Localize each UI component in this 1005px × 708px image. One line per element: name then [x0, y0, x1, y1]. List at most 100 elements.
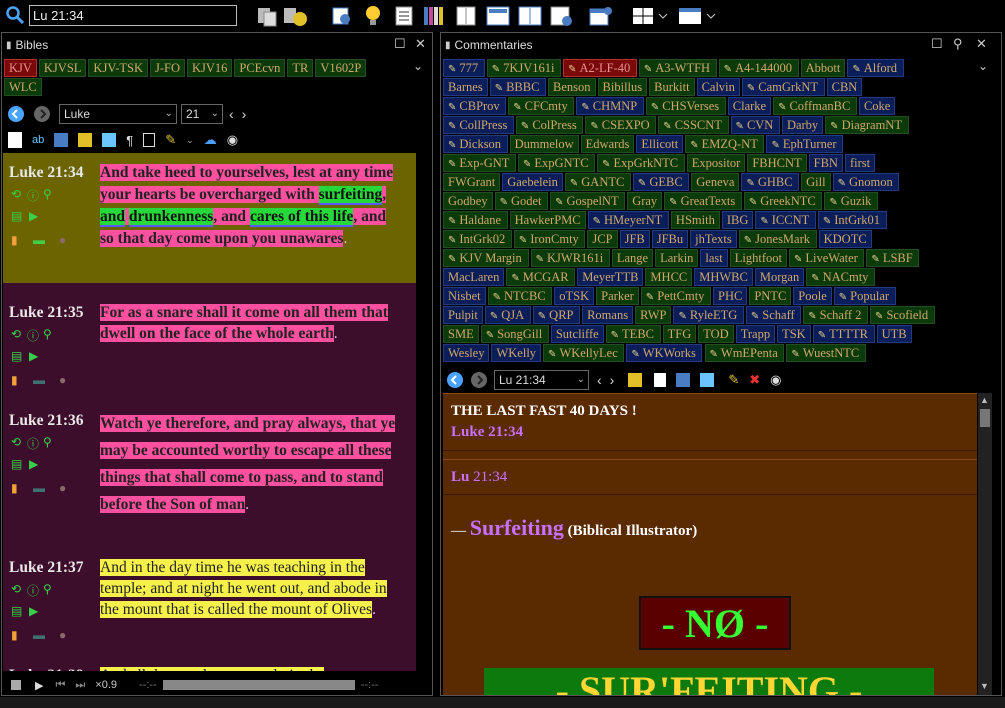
bible-tab-kjv-tsk[interactable]: KJV-TSK [88, 59, 148, 77]
commentary-tab-greekntc[interactable]: ✎ GreekNTC [743, 192, 823, 210]
candle-icon[interactable]: ▮ [11, 481, 18, 495]
tip-lightbulb-icon[interactable] [362, 4, 384, 28]
commentary-tab-colpress[interactable]: ✎ ColPress [515, 116, 584, 134]
play-icon[interactable]: ▶ [29, 209, 38, 223]
fast-forward-icon[interactable]: ⏭ [75, 679, 85, 692]
commentary-tab-gray[interactable]: Gray [627, 192, 663, 210]
window-layout-icon[interactable] [631, 4, 669, 28]
notes-icon[interactable] [8, 132, 22, 148]
bookmark-icon[interactable] [330, 4, 354, 28]
commentary-tab-chmnp[interactable]: ✎ CHMNP [576, 97, 644, 115]
commentary-tab-gantc[interactable]: ✎ GANTC [564, 173, 631, 191]
back-arrow-icon[interactable] [7, 105, 25, 123]
commentary-tab-wuestntc[interactable]: ✎ WuestNTC [786, 344, 866, 362]
link-icon[interactable]: ⟲ [11, 187, 21, 201]
prev-verse-icon[interactable]: ‹ [597, 372, 602, 388]
verse-ref[interactable]: Luke 21:37 [9, 559, 84, 577]
play-icon[interactable]: ▶ [35, 679, 43, 692]
commentary-tab-gill[interactable]: Gill [801, 173, 831, 191]
scroll-thumb[interactable] [980, 409, 990, 427]
window-menu-icon[interactable] [677, 4, 717, 28]
commentary-tab-ibg[interactable]: IBG [721, 211, 754, 229]
commentary-tab-jfb[interactable]: JFB [619, 230, 650, 248]
forward-arrow-icon[interactable] [33, 105, 51, 123]
search-icon[interactable] [5, 5, 25, 25]
commentary-tab-cbprov[interactable]: ✎ CBProv [443, 97, 507, 115]
bible-tab-kjv[interactable]: KJV [4, 59, 37, 77]
commentary-tab-calvin[interactable]: Calvin [696, 78, 740, 96]
commentary-tab-diagramnt[interactable]: ✎ DiagramNT [825, 116, 909, 134]
commentary-tab-expgrkntc[interactable]: ✎ ExpGrkNTC [597, 154, 685, 172]
commentary-tab-nacmty[interactable]: ✎ NACmty [806, 268, 876, 286]
info-icon[interactable]: ⓘ [27, 582, 39, 599]
commentary-tab-rwp[interactable]: RWP [635, 306, 672, 324]
commentary-tab-ntcbc[interactable]: ✎ NTCBC [487, 287, 553, 305]
commentary-tab-benson[interactable]: Benson [548, 78, 596, 96]
commentary-tab-maclaren[interactable]: MacLaren [443, 268, 505, 286]
commentary-tab-sme[interactable]: SME [443, 325, 479, 343]
chapter-select[interactable]: 21 ⌄ [181, 104, 223, 124]
commentary-tab-collpress[interactable]: ✎ CollPress [443, 116, 514, 134]
format-icon[interactable] [102, 133, 117, 147]
book-view-icon[interactable] [394, 4, 414, 28]
audio-icon[interactable]: ◉ [227, 132, 238, 148]
commentary-tab-exp-gnt[interactable]: ✎ Exp-GNT [443, 154, 516, 172]
commentary-tab-mhwbc[interactable]: MHWBC [694, 268, 753, 286]
audio-icon[interactable]: ◉ [770, 372, 781, 388]
commentary-tab-777[interactable]: ✎ 777 [443, 59, 485, 77]
commentary-tab-camgrknt[interactable]: ✎ CamGrkNT [741, 78, 825, 96]
next-verse-icon[interactable]: › [610, 372, 615, 388]
tractor-icon[interactable]: ▬ [33, 373, 45, 387]
commentary-tab-nisbet[interactable]: Nisbet [443, 287, 486, 305]
link-icon[interactable]: ⟲ [11, 327, 21, 341]
commentary-tab-7kjv161i[interactable]: ✎ 7KJV161i [486, 59, 562, 77]
commentary-tab-a4-144000[interactable]: ✎ A4-144000 [718, 59, 799, 77]
search-icon[interactable]: ⚲ [43, 327, 52, 341]
back-arrow-icon[interactable] [446, 371, 464, 389]
commentary-tab-wmepenta[interactable]: ✎ WmEPenta [704, 344, 785, 362]
bible-tab-v1602p[interactable]: V1602P [315, 59, 367, 77]
commentary-tab-tfg[interactable]: TFG [662, 325, 697, 343]
verse-ref[interactable]: Luke 21:34 [9, 164, 84, 182]
commentary-tab-intgrk02[interactable]: ✎ IntGrk02 [443, 230, 512, 248]
commentary-tab-mhcc[interactable]: MHCC [645, 268, 693, 286]
commentary-tab-a3-wtfh[interactable]: ✎ A3-WTFH [638, 59, 717, 77]
commentary-tab-tebc[interactable]: ✎ TEBC [605, 325, 661, 343]
sync-icon[interactable] [628, 373, 643, 387]
lamb-icon[interactable]: ● [59, 628, 66, 642]
commentary-tab-phc[interactable]: PHC [713, 287, 748, 305]
chevron-down-icon[interactable]: ⌄ [186, 135, 194, 146]
commentary-tab-gospelnt[interactable]: ✎ GospelNT [550, 192, 626, 210]
commentary-tab-hawkerpmc[interactable]: HawkerPMC [509, 211, 586, 229]
tractor-icon[interactable]: ▬ [33, 481, 45, 495]
commentary-tab-kjwr161i[interactable]: ✎ KJWR161i [530, 249, 610, 267]
close-icon[interactable]: ✕ [415, 37, 426, 51]
commentary-tab-ironcmty[interactable]: ✎ IronCmty [513, 230, 586, 248]
tabs-dropdown-icon[interactable]: ⌄ [413, 59, 423, 73]
bible-tab-j-fo[interactable]: J-FO [149, 59, 185, 77]
commentary-tab-ellicott[interactable]: Ellicott [636, 135, 684, 153]
info-icon[interactable]: ⓘ [27, 327, 39, 344]
prev-chapter-icon[interactable]: ‹ [229, 106, 234, 122]
commentary-tab-expgntc[interactable]: ✎ ExpGNTC [517, 154, 596, 172]
commentary-tab-scofield[interactable]: ✎ Scofield [870, 306, 935, 324]
lamb-icon[interactable]: ● [59, 233, 66, 247]
commentary-tab-livewater[interactable]: ✎ LiveWater [788, 249, 865, 267]
library-icon[interactable] [422, 4, 448, 28]
verse-ref[interactable]: Luke 21:36 [9, 412, 84, 430]
commentary-tab-gaebelein[interactable]: Gaebelein [502, 173, 563, 191]
view-icon[interactable] [676, 373, 691, 387]
candle-icon[interactable]: ▮ [11, 373, 18, 387]
commentary-tab-romans[interactable]: Romans [582, 306, 634, 324]
commentary-tab-guzik[interactable]: ✎ Guzik [824, 192, 878, 210]
link-icon[interactable]: ⟲ [11, 582, 21, 596]
book-select[interactable]: Luke ⌄ [59, 104, 177, 124]
commentary-tab-last[interactable]: last [700, 249, 728, 267]
play-icon[interactable]: ▶ [29, 457, 38, 471]
layout-icon[interactable] [485, 4, 511, 28]
commentary-tab-popular[interactable]: ✎ Popular [833, 287, 896, 305]
save-icon[interactable] [78, 133, 93, 147]
tabs-dropdown-icon[interactable]: ⌄ [978, 59, 988, 73]
commentary-tab-otsk[interactable]: oTSK [554, 287, 595, 305]
commentary-tab-iccnt[interactable]: ✎ ICCNT [755, 211, 816, 229]
